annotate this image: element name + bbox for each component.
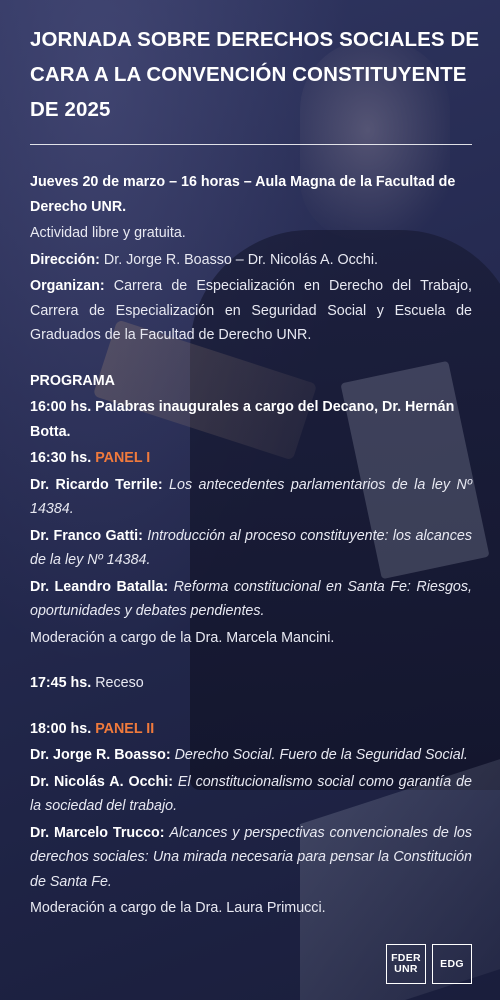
panel2-talk: Dr. Nicolás A. Occhi: El constitucionali… [30,770,472,819]
speaker: Dr. Marcelo Trucco: [30,824,165,841]
panel2-moderation: Moderación a cargo de la Dra. Laura Prim… [30,900,326,916]
panel2-name: PANEL II [95,720,155,737]
event-when: Jueves 20 de marzo – 16 horas – Aula Mag… [30,174,456,215]
panel2-time: 18:00 hs. [30,720,92,737]
organizers-label: Organizan: [30,278,105,294]
speaker: Dr. Jorge R. Boasso: [30,747,171,763]
fder-logo-line2: UNR [394,963,418,975]
edg-logo: EDG [432,944,472,984]
panel2-talk: Dr. Jorge R. Boasso: Derecho Social. Fue… [30,743,472,768]
panel1-moderation: Moderación a cargo de la Dra. Marcela Ma… [30,629,335,646]
event-organizers: Organizan: Carrera de Especialización en… [30,274,472,348]
speaker: Dr. Franco Gatti: [30,527,143,544]
topic: Derecho Social. Fuero de la Seguridad So… [174,747,468,763]
page-title: JORNADA SOBRE DERECHOS SOCIALES DE CARA … [30,28,480,121]
program-opening: 16:00 hs. Palabras inaugurales a cargo d… [30,399,455,440]
speaker: Dr. Leandro Batalla: [30,578,169,595]
speaker: Dr. Ricardo Terrile: [30,476,163,493]
fder-unr-logo: FDER UNR [386,944,426,984]
panel2-talk: Dr. Marcelo Trucco: Alcances y perspecti… [30,821,472,895]
program-heading: PROGRAMA [30,372,115,389]
event-details: Jueves 20 de marzo – 16 horas – Aula Mag… [30,170,472,923]
sponsor-logos: FDER UNR EDG [386,944,472,984]
event-direction: Dirección: Dr. Jorge R. Boasso – Dr. Nic… [30,248,472,273]
edg-logo-text: EDG [440,957,464,970]
event-free: Actividad libre y gratuita. [30,225,186,241]
break-line: 17:45 hs. Receso [30,671,472,696]
break-time: 17:45 hs. [30,675,92,691]
break-label: Receso [95,675,144,691]
divider [30,144,472,145]
panel1-heading: 16:30 hs. PANEL I [30,446,472,471]
panel1-name: PANEL I [95,450,151,466]
panel1-talk: Dr. Ricardo Terrile: Los antecedentes pa… [30,473,472,522]
direction-label: Dirección: [30,251,100,268]
panel1-talk: Dr. Franco Gatti: Introducción al proces… [30,524,472,573]
flyer: JORNADA SOBRE DERECHOS SOCIALES DE CARA … [0,0,500,1000]
panel2-heading: 18:00 hs. PANEL II [30,717,472,742]
panel1-time: 16:30 hs. [30,450,92,466]
speaker: Dr. Nicolás A. Occhi: [30,773,173,790]
panel1-talk: Dr. Leandro Batalla: Reforma constitucio… [30,575,472,624]
direction-value: Dr. Jorge R. Boasso – Dr. Nicolás A. Occ… [103,251,379,268]
